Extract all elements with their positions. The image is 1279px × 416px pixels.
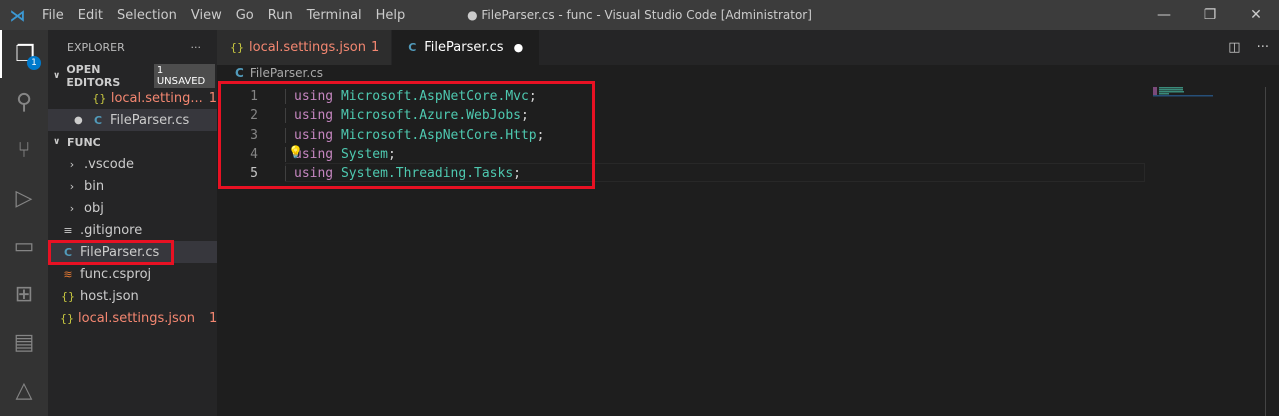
func-folder-section[interactable]: ∨ FUNC [48, 131, 217, 153]
more-actions-icon[interactable]: ··· [1257, 40, 1269, 55]
editor-tabs: {} local.settings.json 1 C FileParser.cs ● ◫… [217, 30, 1279, 65]
menu-view[interactable]: View [191, 8, 222, 23]
explorer-badge: 1 [27, 56, 41, 70]
lines-icon: ≡ [63, 223, 73, 237]
unsaved-dot-icon[interactable]: ● [514, 41, 524, 54]
open-editor-local-settings[interactable]: {} local.setting... 1 [48, 87, 217, 109]
vertical-scrollbar[interactable] [1265, 87, 1266, 416]
menu-run[interactable]: Run [268, 8, 293, 23]
json-icon: {} [60, 311, 74, 325]
remote-explorer-icon[interactable]: ▭ [0, 222, 48, 270]
extensions-icon[interactable]: ⊞ [0, 270, 48, 318]
chevron-right-icon: › [69, 201, 75, 215]
azure-icon[interactable]: △ [0, 366, 48, 414]
csharp-icon: C [235, 66, 244, 80]
activity-bar: ❐ 1 ⚲ ⑂ ▷ ▭ ⊞ ▤ △ [0, 30, 48, 416]
chevron-right-icon: › [69, 157, 75, 171]
minimize-button[interactable]: — [1141, 0, 1187, 30]
explorer-title: EXPLORER [67, 41, 125, 54]
menu-help[interactable]: Help [376, 8, 406, 23]
search-icon[interactable]: ⚲ [0, 78, 48, 126]
rss-icon: ≋ [63, 267, 73, 281]
chevron-right-icon: › [69, 179, 75, 193]
unsaved-badge: 1 UNSAVED [153, 64, 215, 88]
folder-bin[interactable]: › bin [48, 175, 217, 197]
tab-local-settings[interactable]: {} local.settings.json 1 [217, 30, 393, 65]
vscode-logo-icon: ⋊ [9, 5, 26, 25]
menu-selection[interactable]: Selection [117, 8, 177, 23]
csharp-icon: C [408, 41, 417, 54]
file-local-settings[interactable]: {} local.settings.json 1 [48, 307, 217, 329]
open-editor-fileparser[interactable]: ● C FileParser.cs [48, 109, 217, 131]
folder-vscode[interactable]: › .vscode [48, 153, 217, 175]
run-debug-icon[interactable]: ▷ [0, 174, 48, 222]
breadcrumb[interactable]: C FileParser.cs [235, 66, 323, 80]
json-icon: {} [230, 41, 244, 54]
unsaved-dot-icon[interactable]: ● [74, 115, 90, 126]
split-editor-icon[interactable]: ◫ [1228, 40, 1240, 55]
problem-count: 1 [208, 90, 217, 106]
csharp-icon: C [93, 113, 103, 127]
explorer-sidebar: EXPLORER ··· ∨ OPEN EDITORS 1 UNSAVED {} loc… [48, 30, 217, 416]
menu-go[interactable]: Go [236, 8, 254, 23]
highlight-box-file [48, 240, 174, 265]
open-editors-label: OPEN EDITORS [66, 63, 121, 89]
file-gitignore[interactable]: ≡ .gitignore [48, 219, 217, 241]
restore-button[interactable]: ❐ [1187, 0, 1233, 30]
file-host-json[interactable]: {} host.json [48, 285, 217, 307]
folder-icon[interactable]: ▤ [0, 318, 48, 366]
json-icon: {} [92, 91, 107, 105]
folder-obj[interactable]: › obj [48, 197, 217, 219]
highlight-box-code [218, 81, 595, 189]
explorer-icon[interactable]: ❐ 1 [0, 30, 48, 78]
title-bar: ⋊ File Edit Selection View Go Run Termin… [0, 0, 1279, 30]
open-editors-section[interactable]: ∨ OPEN EDITORS 1 UNSAVED [48, 63, 217, 89]
file-func-csproj[interactable]: ≋ func.csproj [48, 263, 217, 285]
json-icon: {} [61, 289, 75, 303]
tab-fileparser[interactable]: C FileParser.cs ● [392, 30, 541, 65]
menu-terminal[interactable]: Terminal [307, 8, 362, 23]
source-control-icon[interactable]: ⑂ [0, 126, 48, 174]
close-button[interactable]: ✕ [1233, 0, 1279, 30]
minimap[interactable] [1153, 87, 1213, 97]
menu-file[interactable]: File [42, 8, 64, 23]
menu-edit[interactable]: Edit [78, 8, 103, 23]
more-actions-icon[interactable]: ··· [191, 41, 202, 54]
